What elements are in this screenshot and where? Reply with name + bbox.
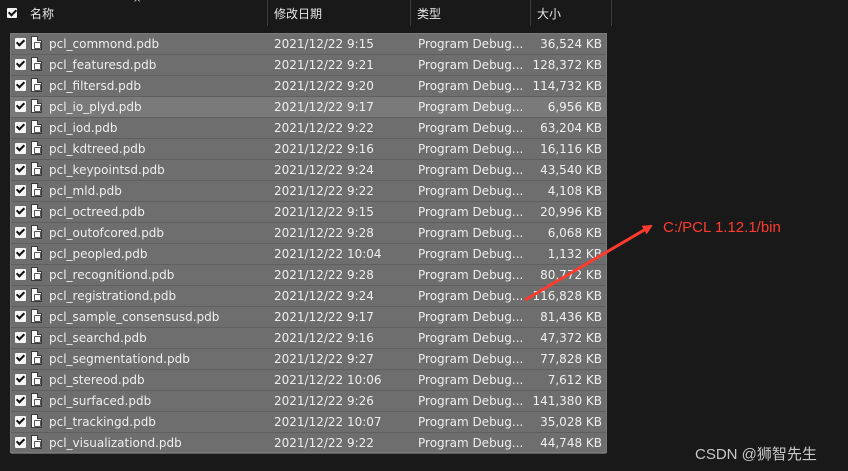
watermark: CSDN @狮智先生 [695, 446, 817, 463]
path-annotation: C:/PCL 1.12.1/bin [663, 219, 781, 236]
